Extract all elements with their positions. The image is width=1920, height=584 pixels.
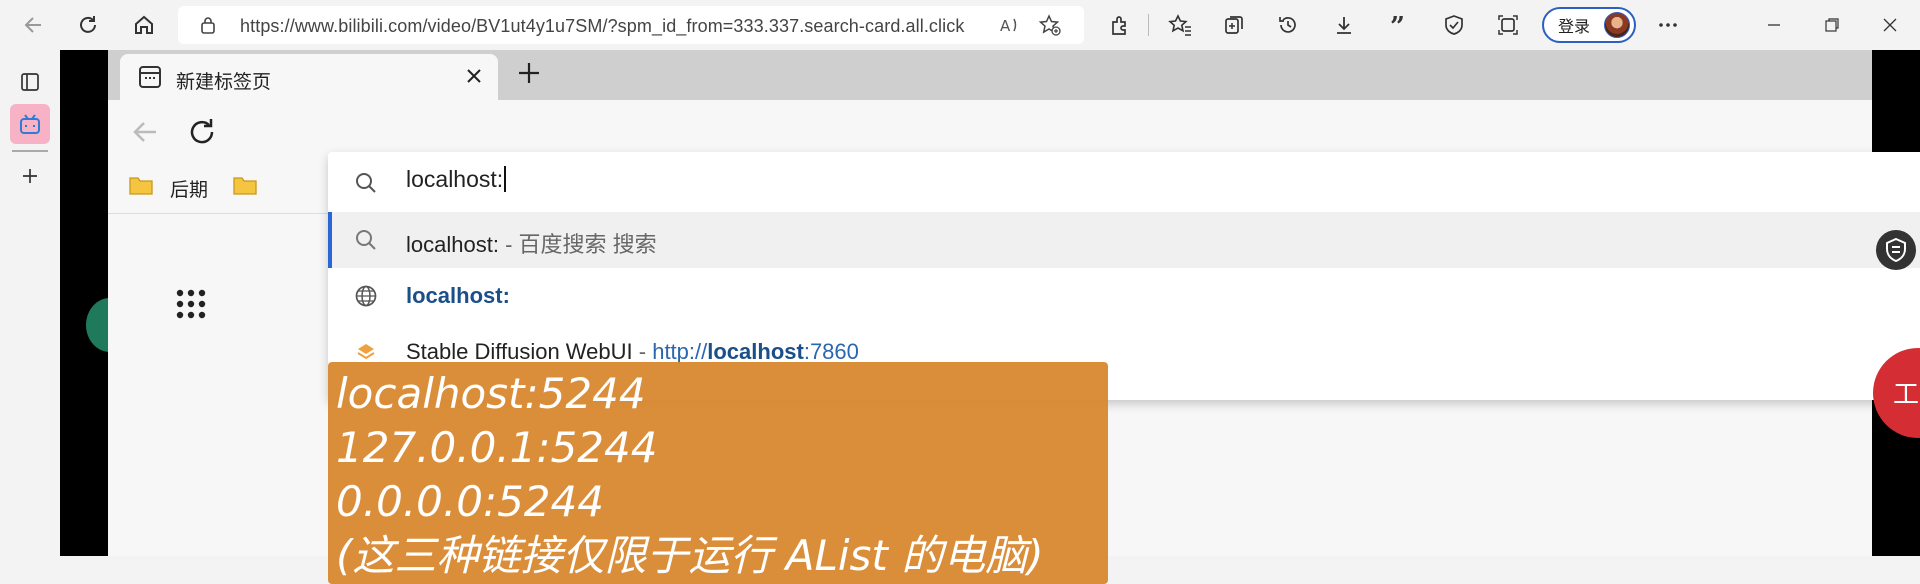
- more-icon[interactable]: [1652, 9, 1684, 41]
- login-label: 登录: [1558, 19, 1591, 36]
- home-icon[interactable]: [128, 9, 160, 41]
- add-favorite-icon[interactable]: [1038, 13, 1062, 42]
- toolbar-divider: [1148, 14, 1149, 36]
- inner-back-icon[interactable]: [130, 116, 162, 153]
- minimize-icon[interactable]: [1754, 9, 1794, 41]
- browser-toolbar: https://www.bilibili.com/video/BV1ut4y1u…: [0, 0, 1920, 50]
- url-text[interactable]: https://www.bilibili.com/video/BV1ut4y1u…: [240, 16, 964, 37]
- back-icon[interactable]: [18, 9, 50, 41]
- overlay-line: 0.0.0.0:5244: [336, 477, 604, 526]
- suggestion-main: localhost:: [406, 232, 499, 257]
- add-icon[interactable]: [10, 156, 50, 196]
- subtitle-overlay: localhost:5244 127.0.0.1:5244 0.0.0.0:52…: [328, 362, 1108, 584]
- vertical-tabs-icon[interactable]: [10, 62, 50, 102]
- newtab-icon: [138, 65, 162, 94]
- suggestion-row[interactable]: localhost: - 百度搜索 搜索: [328, 212, 1920, 268]
- overlay-line: 127.0.0.1:5244: [336, 423, 658, 472]
- inner-tab-newtab[interactable]: 新建标签页: [120, 54, 498, 100]
- collections-icon[interactable]: [1218, 9, 1250, 41]
- suggestion-url-bold: localhost: [707, 339, 804, 364]
- screenshot-icon[interactable]: [1492, 9, 1524, 41]
- suggestion-url-prefix: http://: [652, 339, 708, 364]
- quote-icon[interactable]: ”: [1384, 9, 1416, 41]
- suggestion-url-suffix: :7860: [803, 339, 859, 364]
- svg-text:A: A: [1000, 17, 1011, 35]
- suggestion-url: http://localhost:7860: [652, 339, 859, 364]
- apps-grid-icon[interactable]: [175, 288, 207, 325]
- address-input-text[interactable]: localhost:: [406, 166, 507, 193]
- text-caret: [504, 166, 507, 192]
- suggestion-text: localhost:: [406, 283, 510, 308]
- bookmark-folder-icon-2[interactable]: [232, 174, 258, 201]
- video-player[interactable]: 新建标签页 后期 localhost: localhost: - 百度搜索 搜索…: [60, 50, 1920, 584]
- read-aloud-icon[interactable]: A: [998, 13, 1022, 42]
- restore-icon[interactable]: [1812, 9, 1852, 41]
- tab-close-icon[interactable]: [464, 66, 484, 91]
- history-icon[interactable]: [1272, 9, 1304, 41]
- inner-reload-icon[interactable]: [186, 116, 218, 153]
- suggestion-separator: -: [632, 339, 653, 364]
- svg-text:”: ”: [1390, 14, 1405, 36]
- bilibili-icon[interactable]: [10, 104, 50, 144]
- close-icon[interactable]: [1870, 9, 1910, 41]
- suggestion-row[interactable]: localhost:: [328, 268, 1920, 324]
- search-icon: [354, 228, 378, 257]
- inner-new-tab-icon[interactable]: [516, 60, 542, 91]
- inner-tab-bar: 新建标签页: [108, 50, 1872, 100]
- address-bar[interactable]: https://www.bilibili.com/video/BV1ut4y1u…: [178, 6, 1084, 44]
- overlay-line: localhost:5244: [336, 369, 646, 418]
- browser-essentials-icon[interactable]: [1438, 9, 1470, 41]
- tool-widget-label: 工: [1893, 379, 1920, 409]
- shield-icon[interactable]: [1876, 230, 1916, 270]
- suggestion-text: localhost: - 百度搜索 搜索: [406, 227, 657, 259]
- extensions-icon[interactable]: [1104, 9, 1136, 41]
- downloads-icon[interactable]: [1328, 9, 1360, 41]
- suggestion-main: Stable Diffusion WebUI: [406, 339, 633, 364]
- inner-address-input[interactable]: localhost:: [328, 152, 1920, 212]
- avatar: [1604, 12, 1630, 38]
- globe-icon: [354, 284, 378, 313]
- suggestion-suffix: - 百度搜索 搜索: [498, 232, 657, 257]
- inner-tab-title: 新建标签页: [176, 72, 272, 93]
- login-button[interactable]: 登录: [1542, 7, 1636, 43]
- address-input-value: localhost:: [406, 166, 504, 192]
- bookmark-label[interactable]: 后期: [170, 175, 208, 202]
- search-icon: [354, 171, 378, 200]
- sidebar: [0, 50, 60, 556]
- favorites-icon[interactable]: [1164, 9, 1196, 41]
- reload-icon[interactable]: [72, 9, 104, 41]
- bookmark-folder-icon[interactable]: [128, 174, 154, 201]
- lock-icon[interactable]: [200, 16, 216, 39]
- sidebar-divider: [12, 150, 48, 152]
- overlay-line: (这三种链接仅限于运行 AList 的电脑): [336, 531, 1044, 580]
